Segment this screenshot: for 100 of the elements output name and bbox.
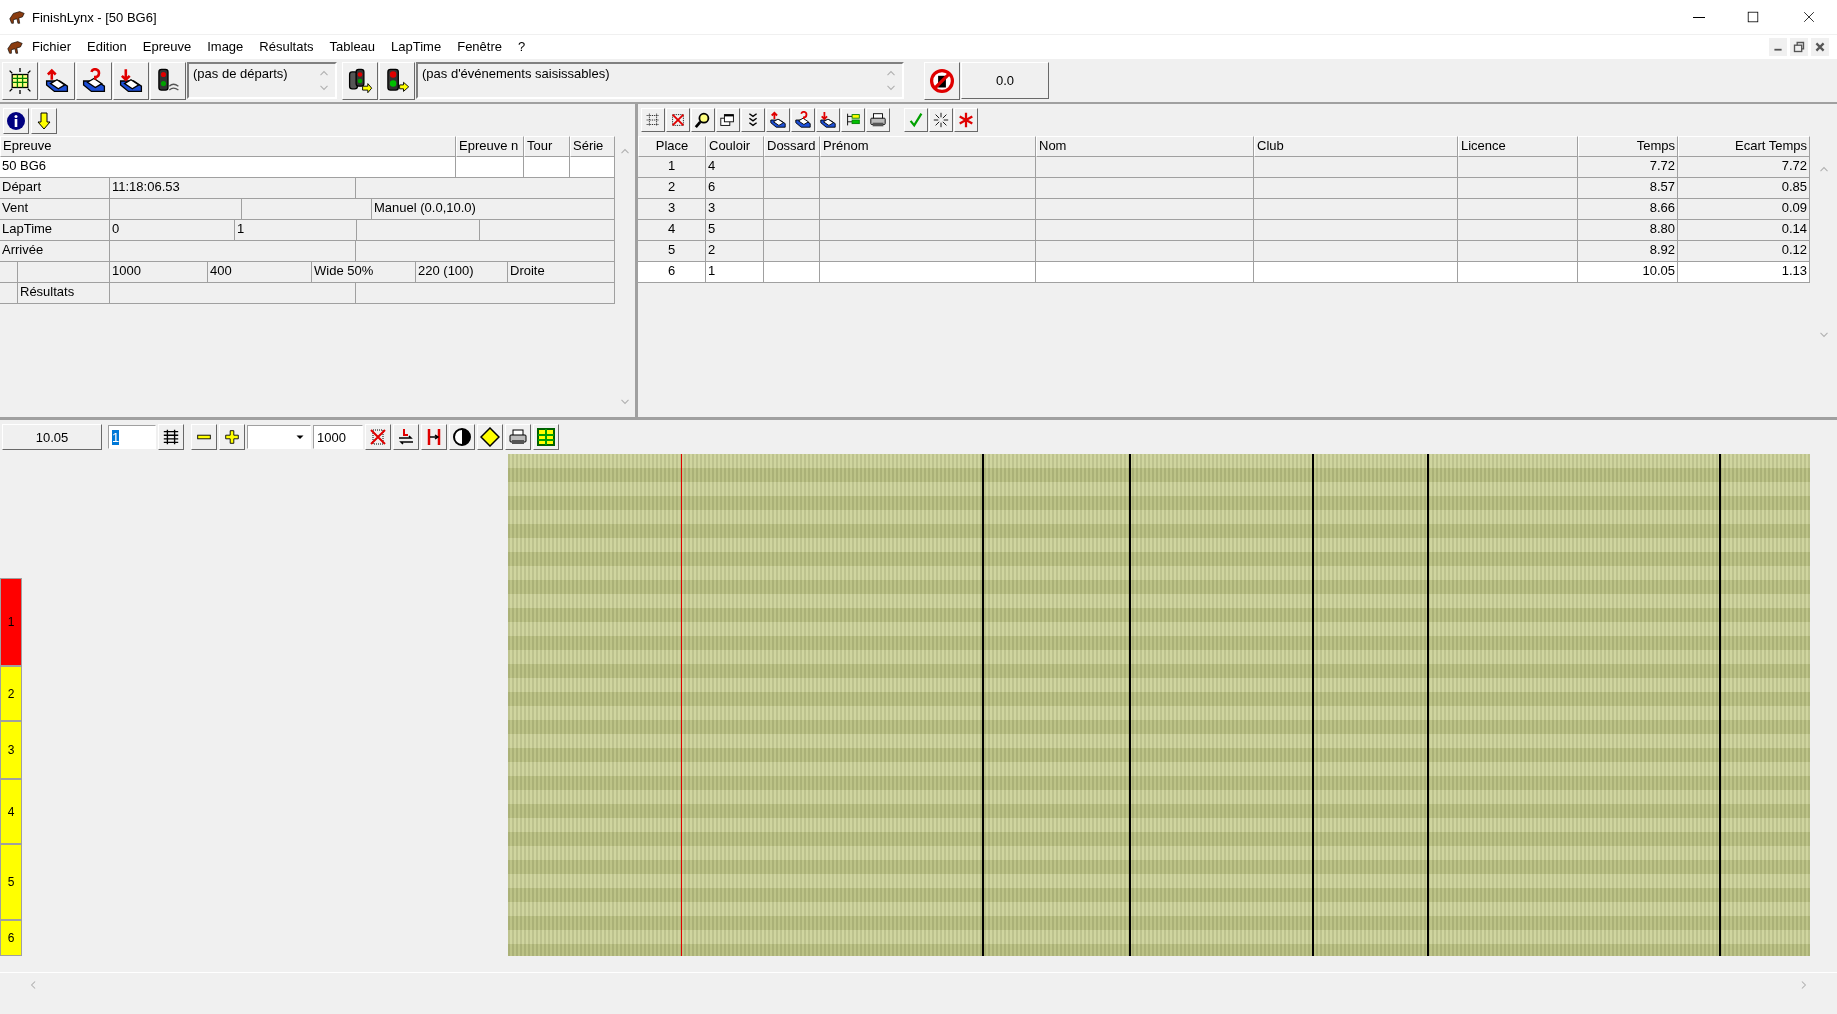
- toolbar-button[interactable]: [641, 108, 665, 132]
- toolbar-button[interactable]: [379, 62, 415, 100]
- column-header: Epreuve: [0, 136, 456, 157]
- row-label: LapTime: [0, 220, 110, 241]
- table-cell: 10.05: [1578, 262, 1678, 283]
- list-text: (pas de départs): [193, 66, 288, 83]
- lane-marker[interactable]: 4: [0, 779, 22, 844]
- toolbar-button[interactable]: [924, 62, 960, 100]
- start-time: 11:18:06.53: [110, 178, 356, 199]
- table-cell: 5: [706, 220, 764, 241]
- toolbar-button[interactable]: [929, 108, 953, 132]
- lane-marker[interactable]: 2: [0, 666, 22, 721]
- toolbar-button[interactable]: [31, 108, 57, 134]
- menu-item[interactable]: ?: [510, 39, 534, 54]
- printer-icon: [869, 111, 887, 129]
- time-display: 10.05: [2, 424, 102, 450]
- toolbar-button[interactable]: [449, 424, 475, 450]
- table-row[interactable]: 1 4 7.72 7.72: [638, 157, 1810, 178]
- menu-item[interactable]: Fenêtre: [449, 39, 510, 54]
- toolbar-button[interactable]: [219, 424, 245, 450]
- toolbar-button[interactable]: [158, 424, 184, 450]
- lane-marker[interactable]: 3: [0, 721, 22, 779]
- maximize-icon: [1745, 9, 1761, 25]
- lap-value: 1: [235, 220, 357, 241]
- menu-item[interactable]: Tableau: [321, 39, 384, 54]
- toolbar-button[interactable]: [39, 62, 75, 100]
- table-cell: 5: [638, 241, 706, 262]
- table-cell: 1: [638, 157, 706, 178]
- lap-value: 0: [110, 220, 235, 241]
- diamond-icon: [480, 427, 500, 447]
- lane-marker[interactable]: 5: [0, 844, 22, 920]
- check-icon: [907, 111, 925, 129]
- toolbar-button[interactable]: [691, 108, 715, 132]
- toolbar-button[interactable]: [766, 108, 790, 132]
- swap-icon: [396, 427, 416, 447]
- column-header: Dossard: [764, 136, 820, 157]
- lane-marker[interactable]: 1: [0, 578, 22, 666]
- column-header: Ecart Temps: [1678, 136, 1810, 157]
- toolbar-button[interactable]: [191, 424, 217, 450]
- toolbar-button[interactable]: [505, 424, 531, 450]
- menu-item[interactable]: Résultats: [251, 39, 322, 54]
- cross-frame-icon: [368, 427, 388, 447]
- lane-marker[interactable]: 6: [0, 920, 22, 956]
- window-title: FinishLynx - [50 BG6]: [32, 9, 158, 25]
- table-cell: 4: [706, 157, 764, 178]
- table-row[interactable]: 4 5 8.80 0.14: [638, 220, 1810, 241]
- menu-item[interactable]: Image: [199, 39, 252, 54]
- toolbar-button[interactable]: [791, 108, 815, 132]
- table-row[interactable]: 2 6 8.57 0.85: [638, 178, 1810, 199]
- toolbar-button[interactable]: [150, 62, 186, 100]
- toolbar-button[interactable]: [477, 424, 503, 450]
- contrast-icon: [452, 427, 472, 447]
- toolbar-button[interactable]: [716, 108, 740, 132]
- toolbar-button[interactable]: [841, 108, 865, 132]
- menu-item[interactable]: LapTime: [383, 39, 450, 54]
- cross-icon: [669, 111, 687, 129]
- table-row[interactable]: 3 3 8.66 0.09: [638, 199, 1810, 220]
- table-cell: 0.12: [1678, 241, 1810, 262]
- table-cell: 3: [638, 199, 706, 220]
- toolbar-button[interactable]: [866, 108, 890, 132]
- toolbar-button[interactable]: [342, 62, 378, 100]
- start-list[interactable]: (pas de départs): [187, 62, 337, 99]
- column-header: Club: [1254, 136, 1458, 157]
- toolbar-button[interactable]: [3, 108, 29, 134]
- column-header: Nom: [1036, 136, 1254, 157]
- toolbar-button[interactable]: [2, 62, 38, 100]
- toolbar-button[interactable]: [76, 62, 112, 100]
- toolbar-button[interactable]: [113, 62, 149, 100]
- table-cell: 6: [706, 178, 764, 199]
- table-cell: 1.13: [1678, 262, 1810, 283]
- zoom-field[interactable]: 1000: [313, 425, 363, 449]
- menu-item[interactable]: Fichier: [24, 39, 79, 54]
- table-cell: 6: [638, 262, 706, 283]
- tray-question-icon: [794, 111, 812, 129]
- printer-icon: [508, 427, 528, 447]
- menu-item[interactable]: Edition: [79, 39, 135, 54]
- row-label: Départ: [0, 178, 110, 199]
- tray-up-arrow-icon: [769, 111, 787, 129]
- toolbar-button[interactable]: [741, 108, 765, 132]
- tray-up-arrow-icon: [44, 68, 70, 94]
- cross-burst-icon: [957, 111, 975, 129]
- table-cell: 7.72: [1578, 157, 1678, 178]
- column-header: Temps: [1578, 136, 1678, 157]
- menu-item[interactable]: Epreuve: [134, 39, 200, 54]
- tray-question-icon: [81, 68, 107, 94]
- event-list[interactable]: (pas d'événements saisissables): [416, 62, 904, 99]
- table-row[interactable]: 5 2 8.92 0.12: [638, 241, 1810, 262]
- list-text: (pas d'événements saisissables): [422, 66, 610, 83]
- toolbar-button[interactable]: [816, 108, 840, 132]
- camera-setting: Wide 50%: [312, 262, 416, 283]
- toolbar-button[interactable]: [533, 424, 559, 450]
- table-cell: 8.57: [1578, 178, 1678, 199]
- plus-icon: [223, 428, 241, 446]
- frame-field[interactable]: 1: [108, 425, 156, 449]
- table-row[interactable]: 6 1 10.05 1.13: [638, 262, 1810, 283]
- toolbar-button[interactable]: [393, 424, 419, 450]
- down-arrow-icon: [34, 111, 54, 131]
- table-cell: 2: [638, 178, 706, 199]
- toolbar-button[interactable]: [421, 424, 447, 450]
- minimize-icon: [1693, 16, 1705, 18]
